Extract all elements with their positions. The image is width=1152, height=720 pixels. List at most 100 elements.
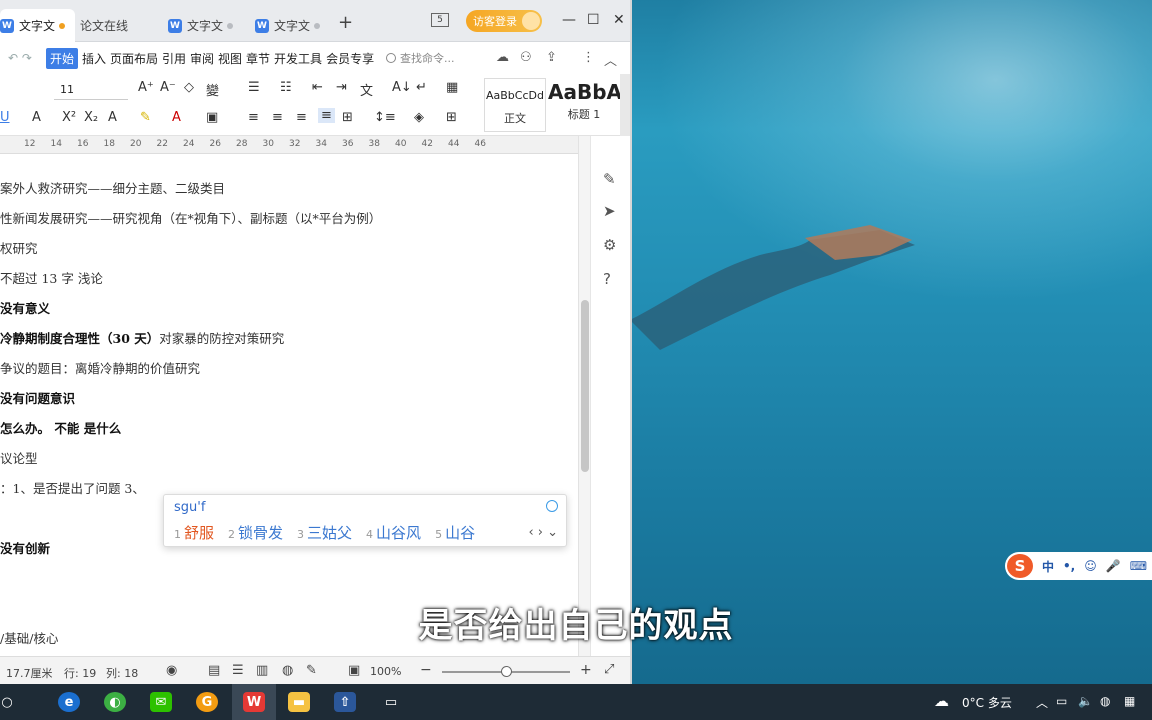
ime-tray-icon[interactable]: ▦ bbox=[1124, 694, 1135, 708]
maximize-icon[interactable]: ☐ bbox=[587, 12, 600, 28]
table-grid-icon[interactable]: ▦ bbox=[446, 80, 458, 95]
ime-candidate[interactable]: 4 山谷风 bbox=[366, 522, 421, 543]
menu-page-layout[interactable]: 页面布局 bbox=[110, 50, 158, 67]
document-line[interactable]: 没有问题意识 bbox=[0, 388, 75, 407]
zoom-level[interactable]: 100% bbox=[370, 665, 401, 678]
volume-icon[interactable]: 🔈 bbox=[1078, 694, 1093, 708]
align-right-icon[interactable]: ≡ bbox=[296, 110, 307, 125]
weather-text[interactable]: 0°C 多云 bbox=[962, 694, 1012, 711]
help-icon[interactable]: ? bbox=[603, 270, 611, 288]
keyboard-icon[interactable]: ⌨ bbox=[1130, 559, 1147, 573]
collapse-ribbon-icon[interactable]: ︿ bbox=[604, 50, 617, 69]
ime-candidate[interactable]: 3 三姑父 bbox=[297, 522, 352, 543]
punctuation-icon[interactable]: •, bbox=[1063, 559, 1075, 573]
browser-360-icon[interactable]: ◐ bbox=[104, 692, 126, 712]
document-line[interactable]: 议论型 bbox=[0, 448, 38, 467]
shading-icon[interactable]: ◈ bbox=[414, 110, 424, 125]
document-line[interactable]: 争议的题目：离婚冷静期的价值研究 bbox=[0, 358, 200, 377]
command-search[interactable]: 查找命令... bbox=[386, 50, 455, 66]
align-center-icon[interactable]: ≡ bbox=[272, 110, 283, 125]
justify-icon[interactable]: ≡ bbox=[318, 108, 335, 123]
menu-section[interactable]: 章节 bbox=[246, 50, 270, 67]
document-line[interactable]: 没有创新 bbox=[0, 538, 50, 557]
page-view-icon[interactable]: ▤ bbox=[208, 663, 220, 678]
file-explorer-icon[interactable]: ▬ bbox=[288, 692, 310, 712]
app-g-icon[interactable]: G bbox=[196, 692, 218, 712]
fit-page-icon[interactable]: ▣ bbox=[348, 663, 360, 678]
show-marks-icon[interactable]: ↵ bbox=[416, 80, 427, 95]
document-line[interactable]: 案外人救济研究——细分主题、二级类目 bbox=[0, 178, 225, 197]
outline-view-icon[interactable]: ☰ bbox=[232, 663, 244, 678]
document-line[interactable]: 冷静期制度合理性（30 天）对家暴的防控对策研究 bbox=[0, 328, 284, 347]
distribute-icon[interactable]: ⊞ bbox=[342, 110, 353, 125]
pinyin-icon[interactable]: 變 bbox=[206, 80, 219, 99]
tab-document-active[interactable]: W 文字文 bbox=[0, 9, 76, 42]
align-left-icon[interactable]: ≡ bbox=[248, 110, 259, 125]
web-view-icon[interactable]: ◍ bbox=[282, 663, 293, 678]
menu-developer[interactable]: 开发工具 bbox=[274, 50, 322, 67]
ime-mode-indicator[interactable]: 中 bbox=[1042, 558, 1054, 575]
vertical-scrollbar[interactable] bbox=[578, 136, 590, 656]
page-count-badge[interactable]: 5 bbox=[431, 13, 449, 27]
zoom-out-button[interactable]: − bbox=[420, 662, 432, 678]
menu-member[interactable]: 会员专享 bbox=[326, 50, 374, 67]
write-view-icon[interactable]: ✎ bbox=[306, 663, 317, 678]
line-spacing-icon[interactable]: ↕≡ bbox=[374, 110, 396, 125]
increase-indent-icon[interactable]: ⇥ bbox=[336, 80, 347, 95]
scroll-thumb[interactable] bbox=[581, 300, 589, 472]
text-effect-icon[interactable]: A bbox=[108, 110, 117, 125]
style-normal[interactable]: AaBbCcDd 正文 bbox=[484, 78, 546, 132]
wps-office-icon[interactable]: W bbox=[243, 692, 265, 712]
close-icon[interactable]: ✕ bbox=[613, 12, 625, 28]
read-view-icon[interactable]: ▥ bbox=[256, 663, 268, 678]
select-cursor-icon[interactable]: ➤ bbox=[603, 202, 616, 220]
zoom-in-button[interactable]: + bbox=[580, 662, 592, 678]
numbered-list-icon[interactable]: ☷ bbox=[280, 80, 292, 95]
decrease-indent-icon[interactable]: ⇤ bbox=[312, 80, 323, 95]
tab-document-2[interactable]: W 文字文 bbox=[168, 9, 234, 42]
bullet-list-icon[interactable]: ☰ bbox=[248, 80, 260, 95]
tab-paper-online[interactable]: 论文在线 bbox=[80, 9, 128, 42]
wechat-icon[interactable]: ✉ bbox=[150, 692, 172, 712]
fullscreen-icon[interactable]: ⤢ bbox=[604, 662, 614, 677]
quick-access-icons[interactable]: ↶ ↷ bbox=[8, 51, 32, 65]
ribbon-scrollbar[interactable] bbox=[620, 74, 630, 136]
more-icon[interactable]: ⋮ bbox=[582, 50, 595, 65]
cloud-icon[interactable]: ☁ bbox=[496, 50, 509, 65]
new-tab-button[interactable]: + bbox=[338, 12, 353, 33]
sort-icon[interactable]: A↓ bbox=[392, 80, 412, 95]
settings-sliders-icon[interactable]: ⚙ bbox=[603, 236, 616, 254]
menu-review[interactable]: 审阅 bbox=[190, 50, 214, 67]
document-line[interactable]: 性新闻发展研究——研究视角（在*视角下）、副标题（以*平台为例） bbox=[0, 208, 381, 227]
app-upload-icon[interactable]: ⇧ bbox=[334, 692, 356, 712]
chinese-layout-icon[interactable]: 文 bbox=[360, 80, 373, 99]
menu-references[interactable]: 引用 bbox=[162, 50, 186, 67]
clear-format-icon[interactable]: ◇ bbox=[184, 80, 194, 95]
menu-home[interactable]: 开始 bbox=[45, 47, 78, 69]
collaborate-icon[interactable]: ⚇ bbox=[520, 50, 532, 65]
document-line[interactable]: 怎么办。 不能 是什么 bbox=[0, 418, 121, 437]
grow-font-icon[interactable]: A⁺ bbox=[138, 80, 154, 95]
font-size-select[interactable]: 11 bbox=[54, 80, 128, 100]
document-body[interactable]: 案外人救济研究——细分主题、二级类目性新闻发展研究——研究视角（在*视角下）、副… bbox=[0, 154, 578, 656]
menu-insert[interactable]: 插入 bbox=[82, 50, 106, 67]
style-heading-1[interactable]: AaBbA 标题 1 bbox=[548, 78, 620, 132]
superscript-icon[interactable]: X² bbox=[62, 110, 76, 125]
emoji-icon[interactable]: ☺ bbox=[1084, 559, 1097, 573]
ime-candidate[interactable]: 5 山谷 bbox=[435, 522, 475, 543]
eye-protect-icon[interactable]: ◉ bbox=[166, 663, 177, 678]
document-line[interactable]: 不超过 13 字 浅论 bbox=[0, 268, 103, 287]
camera-app-icon[interactable]: ▭ bbox=[380, 692, 402, 712]
font-color-icon[interactable]: A bbox=[172, 110, 181, 125]
search-icon[interactable]: ○ bbox=[0, 692, 18, 712]
borders-icon[interactable]: ⊞ bbox=[446, 110, 457, 125]
battery-icon[interactable]: ▭ bbox=[1056, 694, 1067, 708]
subscript-icon[interactable]: X₂ bbox=[84, 110, 98, 125]
document-line[interactable]: ：1、是否提出了问题 3、 bbox=[0, 478, 145, 497]
tray-expand-icon[interactable]: ︿ bbox=[1036, 694, 1048, 711]
minimize-icon[interactable]: — bbox=[562, 12, 576, 28]
strikethrough-icon[interactable]: A bbox=[32, 110, 41, 125]
tab-document-3[interactable]: W 文字文 bbox=[255, 9, 321, 42]
ime-candidate[interactable]: 2 锁骨发 bbox=[228, 522, 283, 543]
voice-icon[interactable]: 🎤 bbox=[1106, 559, 1121, 573]
